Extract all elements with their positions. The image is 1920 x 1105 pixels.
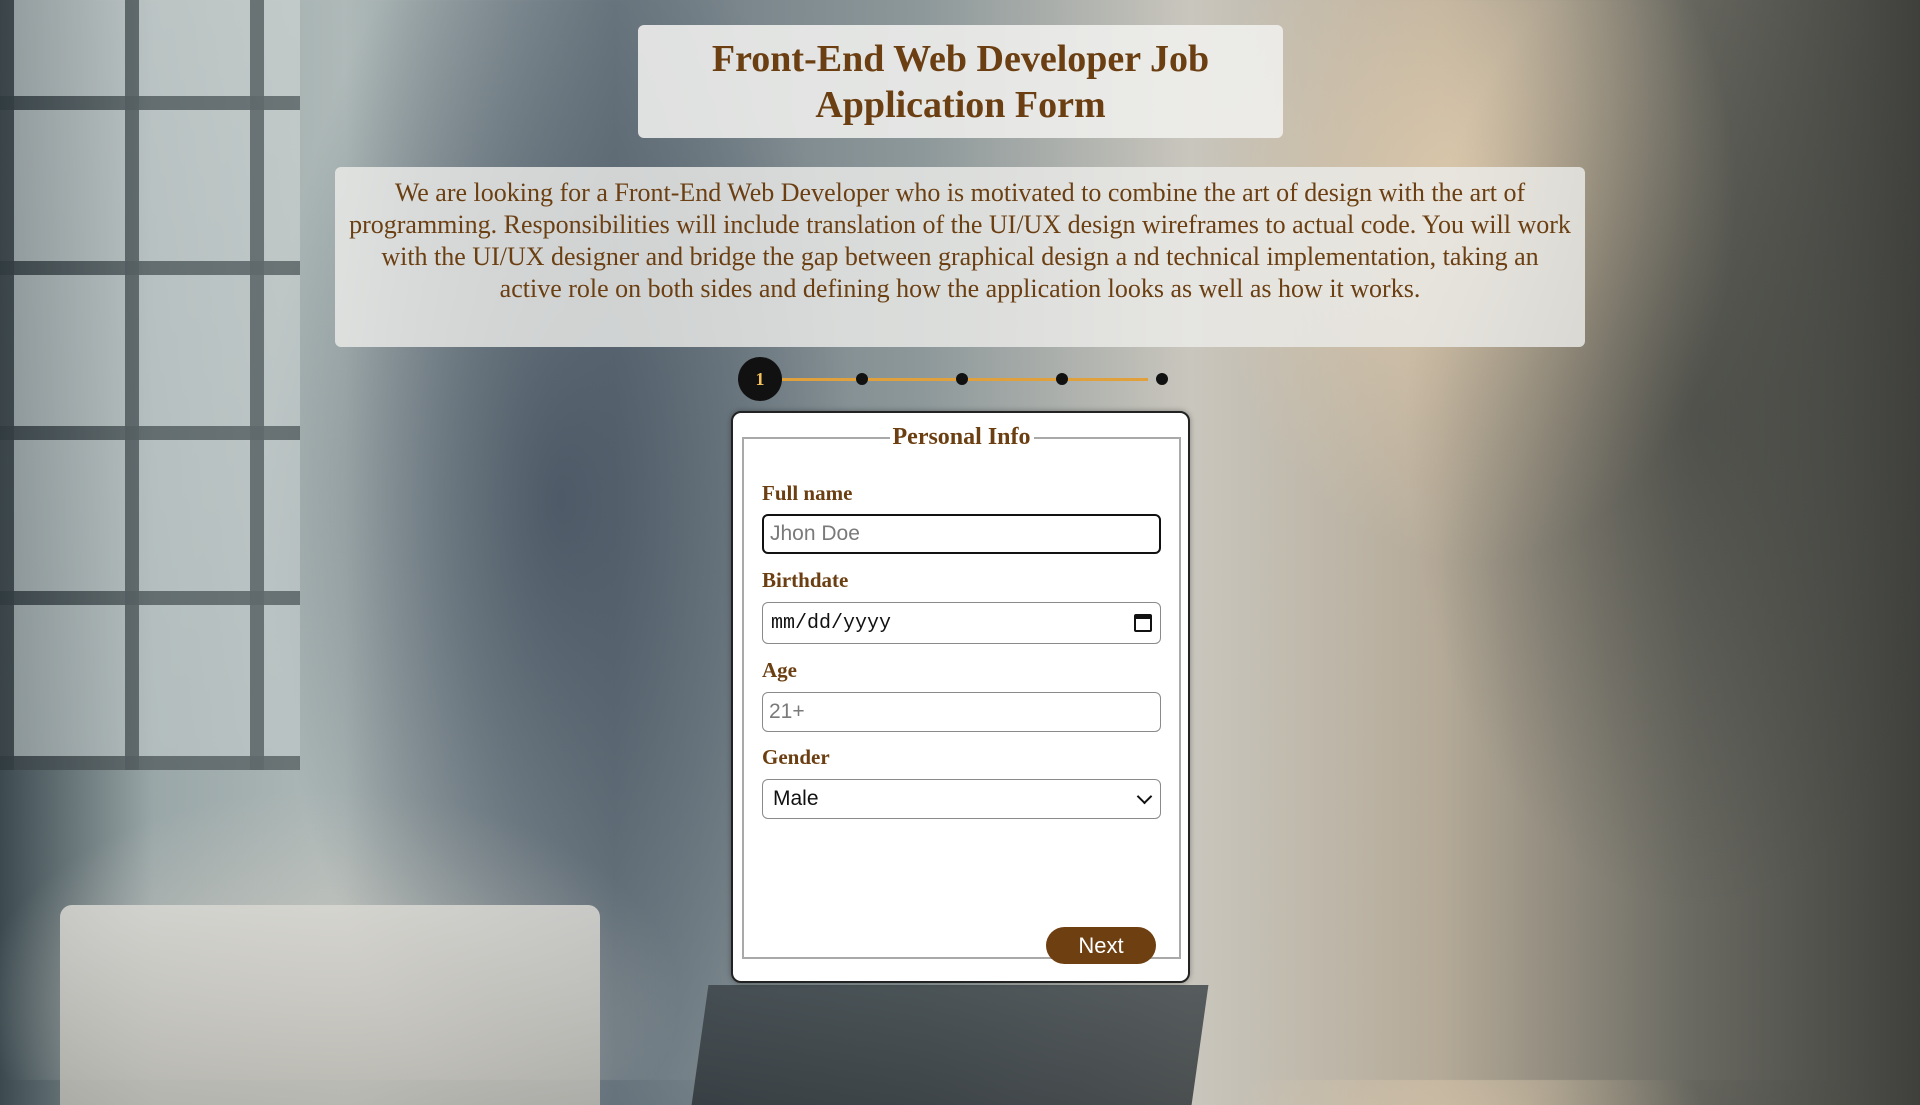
personal-info-fieldset: Personal Info Full name Birthdate mm/dd/…: [742, 424, 1181, 959]
next-button[interactable]: Next: [1046, 927, 1156, 964]
progress-line: [760, 378, 1148, 381]
step-1-number: 1: [755, 368, 765, 389]
step-progress: 1: [738, 357, 1168, 401]
step-4-dot: [1056, 373, 1068, 385]
age-input[interactable]: [762, 692, 1161, 732]
gender-selected-value: Male: [773, 787, 819, 810]
gender-select[interactable]: Male: [762, 779, 1161, 819]
birthdate-placeholder: mm/dd/yyyy: [771, 611, 892, 635]
step-2-dot: [856, 373, 868, 385]
chevron-down-icon: [1136, 788, 1153, 805]
job-description: We are looking for a Front-End Web Devel…: [349, 178, 1571, 303]
title-panel: Front-End Web Developer Job Application …: [638, 25, 1283, 138]
step-3-dot: [956, 373, 968, 385]
age-label: Age: [762, 658, 797, 682]
background-laptop: [60, 905, 600, 1105]
full-name-label: Full name: [762, 481, 853, 505]
calendar-icon[interactable]: [1134, 614, 1152, 632]
fieldset-legend: Personal Info: [892, 424, 1031, 450]
step-1-indicator: 1: [738, 357, 782, 401]
full-name-input[interactable]: [762, 514, 1161, 554]
gender-label: Gender: [762, 745, 830, 769]
application-form-card: Personal Info Full name Birthdate mm/dd/…: [731, 411, 1190, 983]
background-window: [0, 0, 300, 770]
step-5-dot: [1156, 373, 1168, 385]
job-description-panel: We are looking for a Front-End Web Devel…: [335, 167, 1585, 347]
page-title: Front-End Web Developer Job Application …: [711, 37, 1210, 126]
birthdate-label: Birthdate: [762, 568, 849, 592]
background-laptop-dark: [691, 985, 1209, 1105]
birthdate-input[interactable]: mm/dd/yyyy: [762, 602, 1161, 644]
